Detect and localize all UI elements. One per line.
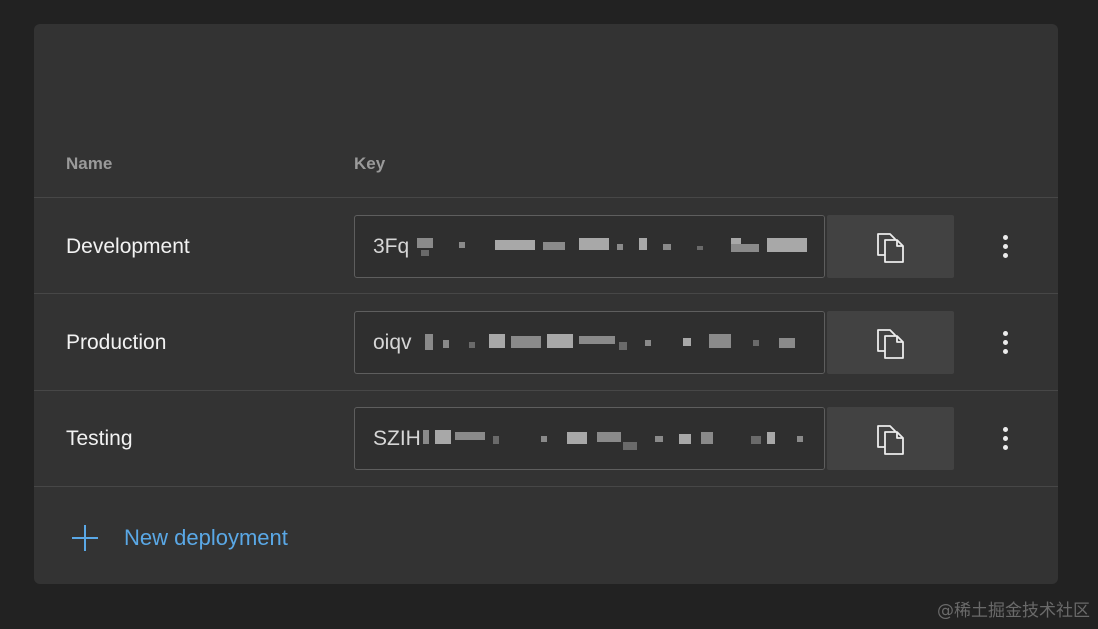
deployment-key-value: oiqv <box>373 331 412 354</box>
copy-icon <box>877 329 904 359</box>
more-options-button[interactable] <box>990 226 1020 266</box>
copy-icon <box>877 233 904 263</box>
more-options-button[interactable] <box>990 322 1020 362</box>
deployment-row-testing: Testing SZIH <box>34 390 1058 486</box>
plus-icon <box>72 525 98 551</box>
copy-key-button[interactable] <box>827 311 954 374</box>
deployment-row-development: Development 3Fq <box>34 198 1058 294</box>
new-deployment-label: New deployment <box>124 525 288 550</box>
deployment-name: Production <box>66 331 167 354</box>
copy-key-button[interactable] <box>827 407 954 470</box>
deployment-name: Development <box>66 235 190 258</box>
deployment-key-field[interactable]: oiqv <box>354 311 825 374</box>
deployment-key-value: 3Fq <box>373 235 410 258</box>
copy-icon <box>877 425 904 455</box>
deployment-row-production: Production oiqv <box>34 294 1058 390</box>
key-redaction <box>417 216 824 277</box>
deployment-key-value: SZIH <box>373 427 421 450</box>
column-header-name: Name <box>66 154 113 173</box>
key-redaction <box>421 408 824 469</box>
deployment-name: Testing <box>66 427 133 450</box>
column-header-key: Key <box>354 154 386 173</box>
watermark: @稀土掘金技术社区 <box>937 601 1090 621</box>
copy-key-button[interactable] <box>827 215 954 278</box>
deployment-key-field[interactable]: SZIH <box>354 407 825 470</box>
deployment-key-field[interactable]: 3Fq <box>354 215 825 278</box>
more-options-button[interactable] <box>990 418 1020 458</box>
deployments-panel: Name Key Development 3Fq Production oiqv… <box>34 24 1058 584</box>
key-redaction <box>423 312 824 373</box>
row-divider <box>34 486 1058 487</box>
new-deployment-button[interactable]: New deployment <box>70 518 288 558</box>
